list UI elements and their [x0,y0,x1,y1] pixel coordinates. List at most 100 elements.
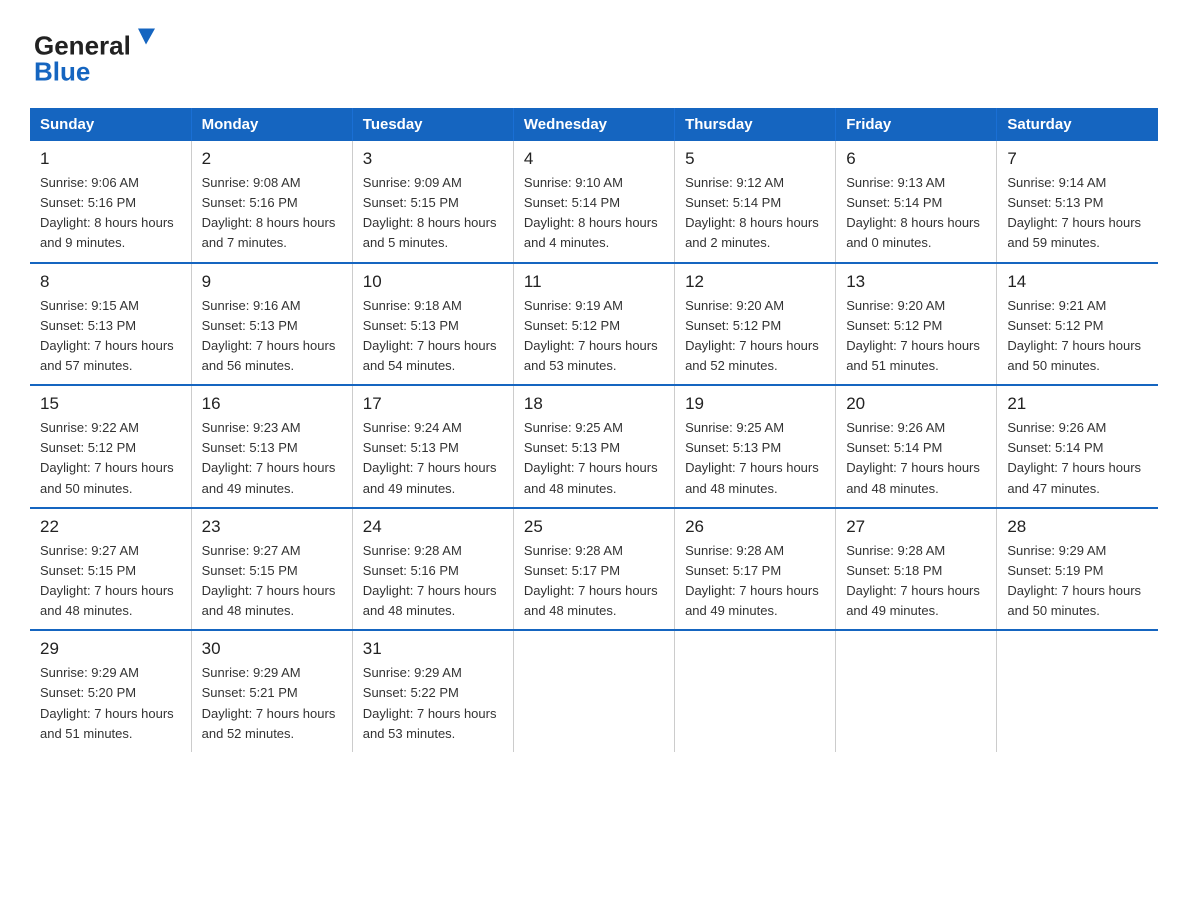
day-cell: 27 Sunrise: 9:28 AM Sunset: 5:18 PM Dayl… [836,508,997,631]
day-cell: 30 Sunrise: 9:29 AM Sunset: 5:21 PM Dayl… [191,630,352,752]
day-info: Sunrise: 9:26 AM Sunset: 5:14 PM Dayligh… [846,420,980,495]
day-number: 31 [363,639,503,659]
day-info: Sunrise: 9:12 AM Sunset: 5:14 PM Dayligh… [685,175,819,250]
day-info: Sunrise: 9:19 AM Sunset: 5:12 PM Dayligh… [524,298,658,373]
day-cell: 16 Sunrise: 9:23 AM Sunset: 5:13 PM Dayl… [191,385,352,508]
day-info: Sunrise: 9:10 AM Sunset: 5:14 PM Dayligh… [524,175,658,250]
day-number: 19 [685,394,825,414]
day-info: Sunrise: 9:09 AM Sunset: 5:15 PM Dayligh… [363,175,497,250]
day-number: 28 [1007,517,1148,537]
day-cell: 14 Sunrise: 9:21 AM Sunset: 5:12 PM Dayl… [997,263,1158,386]
day-info: Sunrise: 9:25 AM Sunset: 5:13 PM Dayligh… [685,420,819,495]
day-cell: 12 Sunrise: 9:20 AM Sunset: 5:12 PM Dayl… [675,263,836,386]
svg-text:Blue: Blue [34,57,90,87]
week-row-1: 1 Sunrise: 9:06 AM Sunset: 5:16 PM Dayli… [30,141,1158,263]
day-info: Sunrise: 9:13 AM Sunset: 5:14 PM Dayligh… [846,175,980,250]
day-cell: 24 Sunrise: 9:28 AM Sunset: 5:16 PM Dayl… [352,508,513,631]
day-number: 12 [685,272,825,292]
day-number: 27 [846,517,986,537]
day-cell [513,630,674,752]
day-cell: 29 Sunrise: 9:29 AM Sunset: 5:20 PM Dayl… [30,630,191,752]
day-info: Sunrise: 9:22 AM Sunset: 5:12 PM Dayligh… [40,420,174,495]
day-number: 30 [202,639,342,659]
header-cell-thursday: Thursday [675,108,836,141]
week-row-2: 8 Sunrise: 9:15 AM Sunset: 5:13 PM Dayli… [30,263,1158,386]
day-info: Sunrise: 9:29 AM Sunset: 5:22 PM Dayligh… [363,665,497,740]
day-info: Sunrise: 9:26 AM Sunset: 5:14 PM Dayligh… [1007,420,1141,495]
day-cell [836,630,997,752]
day-cell: 23 Sunrise: 9:27 AM Sunset: 5:15 PM Dayl… [191,508,352,631]
day-cell: 28 Sunrise: 9:29 AM Sunset: 5:19 PM Dayl… [997,508,1158,631]
day-number: 9 [202,272,342,292]
day-info: Sunrise: 9:18 AM Sunset: 5:13 PM Dayligh… [363,298,497,373]
day-number: 29 [40,639,181,659]
day-number: 8 [40,272,181,292]
calendar-header: SundayMondayTuesdayWednesdayThursdayFrid… [30,108,1158,141]
day-number: 23 [202,517,342,537]
day-info: Sunrise: 9:15 AM Sunset: 5:13 PM Dayligh… [40,298,174,373]
day-cell: 7 Sunrise: 9:14 AM Sunset: 5:13 PM Dayli… [997,141,1158,263]
calendar-body: 1 Sunrise: 9:06 AM Sunset: 5:16 PM Dayli… [30,141,1158,752]
day-cell: 2 Sunrise: 9:08 AM Sunset: 5:16 PM Dayli… [191,141,352,263]
day-cell: 1 Sunrise: 9:06 AM Sunset: 5:16 PM Dayli… [30,141,191,263]
day-info: Sunrise: 9:23 AM Sunset: 5:13 PM Dayligh… [202,420,336,495]
day-cell: 10 Sunrise: 9:18 AM Sunset: 5:13 PM Dayl… [352,263,513,386]
day-info: Sunrise: 9:20 AM Sunset: 5:12 PM Dayligh… [846,298,980,373]
day-number: 1 [40,149,181,169]
day-number: 16 [202,394,342,414]
day-info: Sunrise: 9:06 AM Sunset: 5:16 PM Dayligh… [40,175,174,250]
day-cell: 18 Sunrise: 9:25 AM Sunset: 5:13 PM Dayl… [513,385,674,508]
day-cell: 17 Sunrise: 9:24 AM Sunset: 5:13 PM Dayl… [352,385,513,508]
day-cell: 25 Sunrise: 9:28 AM Sunset: 5:17 PM Dayl… [513,508,674,631]
day-cell: 13 Sunrise: 9:20 AM Sunset: 5:12 PM Dayl… [836,263,997,386]
day-number: 20 [846,394,986,414]
day-number: 14 [1007,272,1148,292]
day-number: 22 [40,517,181,537]
day-cell: 26 Sunrise: 9:28 AM Sunset: 5:17 PM Dayl… [675,508,836,631]
day-info: Sunrise: 9:28 AM Sunset: 5:17 PM Dayligh… [524,543,658,618]
day-number: 4 [524,149,664,169]
day-info: Sunrise: 9:29 AM Sunset: 5:21 PM Dayligh… [202,665,336,740]
logo-svg: General Blue [30,20,160,90]
day-info: Sunrise: 9:27 AM Sunset: 5:15 PM Dayligh… [40,543,174,618]
logo: General Blue [30,20,160,90]
day-info: Sunrise: 9:28 AM Sunset: 5:16 PM Dayligh… [363,543,497,618]
day-cell: 22 Sunrise: 9:27 AM Sunset: 5:15 PM Dayl… [30,508,191,631]
day-cell: 19 Sunrise: 9:25 AM Sunset: 5:13 PM Dayl… [675,385,836,508]
day-info: Sunrise: 9:20 AM Sunset: 5:12 PM Dayligh… [685,298,819,373]
day-number: 10 [363,272,503,292]
day-number: 17 [363,394,503,414]
day-info: Sunrise: 9:29 AM Sunset: 5:19 PM Dayligh… [1007,543,1141,618]
day-number: 13 [846,272,986,292]
day-info: Sunrise: 9:28 AM Sunset: 5:17 PM Dayligh… [685,543,819,618]
day-info: Sunrise: 9:28 AM Sunset: 5:18 PM Dayligh… [846,543,980,618]
header-cell-monday: Monday [191,108,352,141]
day-info: Sunrise: 9:29 AM Sunset: 5:20 PM Dayligh… [40,665,174,740]
day-info: Sunrise: 9:08 AM Sunset: 5:16 PM Dayligh… [202,175,336,250]
day-cell: 20 Sunrise: 9:26 AM Sunset: 5:14 PM Dayl… [836,385,997,508]
day-number: 6 [846,149,986,169]
week-row-4: 22 Sunrise: 9:27 AM Sunset: 5:15 PM Dayl… [30,508,1158,631]
day-cell: 6 Sunrise: 9:13 AM Sunset: 5:14 PM Dayli… [836,141,997,263]
header-cell-friday: Friday [836,108,997,141]
calendar-table: SundayMondayTuesdayWednesdayThursdayFrid… [30,108,1158,752]
day-number: 26 [685,517,825,537]
day-info: Sunrise: 9:27 AM Sunset: 5:15 PM Dayligh… [202,543,336,618]
week-row-5: 29 Sunrise: 9:29 AM Sunset: 5:20 PM Dayl… [30,630,1158,752]
day-number: 11 [524,272,664,292]
day-cell: 3 Sunrise: 9:09 AM Sunset: 5:15 PM Dayli… [352,141,513,263]
header-cell-tuesday: Tuesday [352,108,513,141]
day-info: Sunrise: 9:24 AM Sunset: 5:13 PM Dayligh… [363,420,497,495]
day-cell: 15 Sunrise: 9:22 AM Sunset: 5:12 PM Dayl… [30,385,191,508]
week-row-3: 15 Sunrise: 9:22 AM Sunset: 5:12 PM Dayl… [30,385,1158,508]
day-cell: 9 Sunrise: 9:16 AM Sunset: 5:13 PM Dayli… [191,263,352,386]
header-row: SundayMondayTuesdayWednesdayThursdayFrid… [30,108,1158,141]
day-info: Sunrise: 9:16 AM Sunset: 5:13 PM Dayligh… [202,298,336,373]
day-info: Sunrise: 9:14 AM Sunset: 5:13 PM Dayligh… [1007,175,1141,250]
day-number: 5 [685,149,825,169]
day-cell: 21 Sunrise: 9:26 AM Sunset: 5:14 PM Dayl… [997,385,1158,508]
header-cell-wednesday: Wednesday [513,108,674,141]
day-number: 24 [363,517,503,537]
day-number: 7 [1007,149,1148,169]
day-cell: 5 Sunrise: 9:12 AM Sunset: 5:14 PM Dayli… [675,141,836,263]
